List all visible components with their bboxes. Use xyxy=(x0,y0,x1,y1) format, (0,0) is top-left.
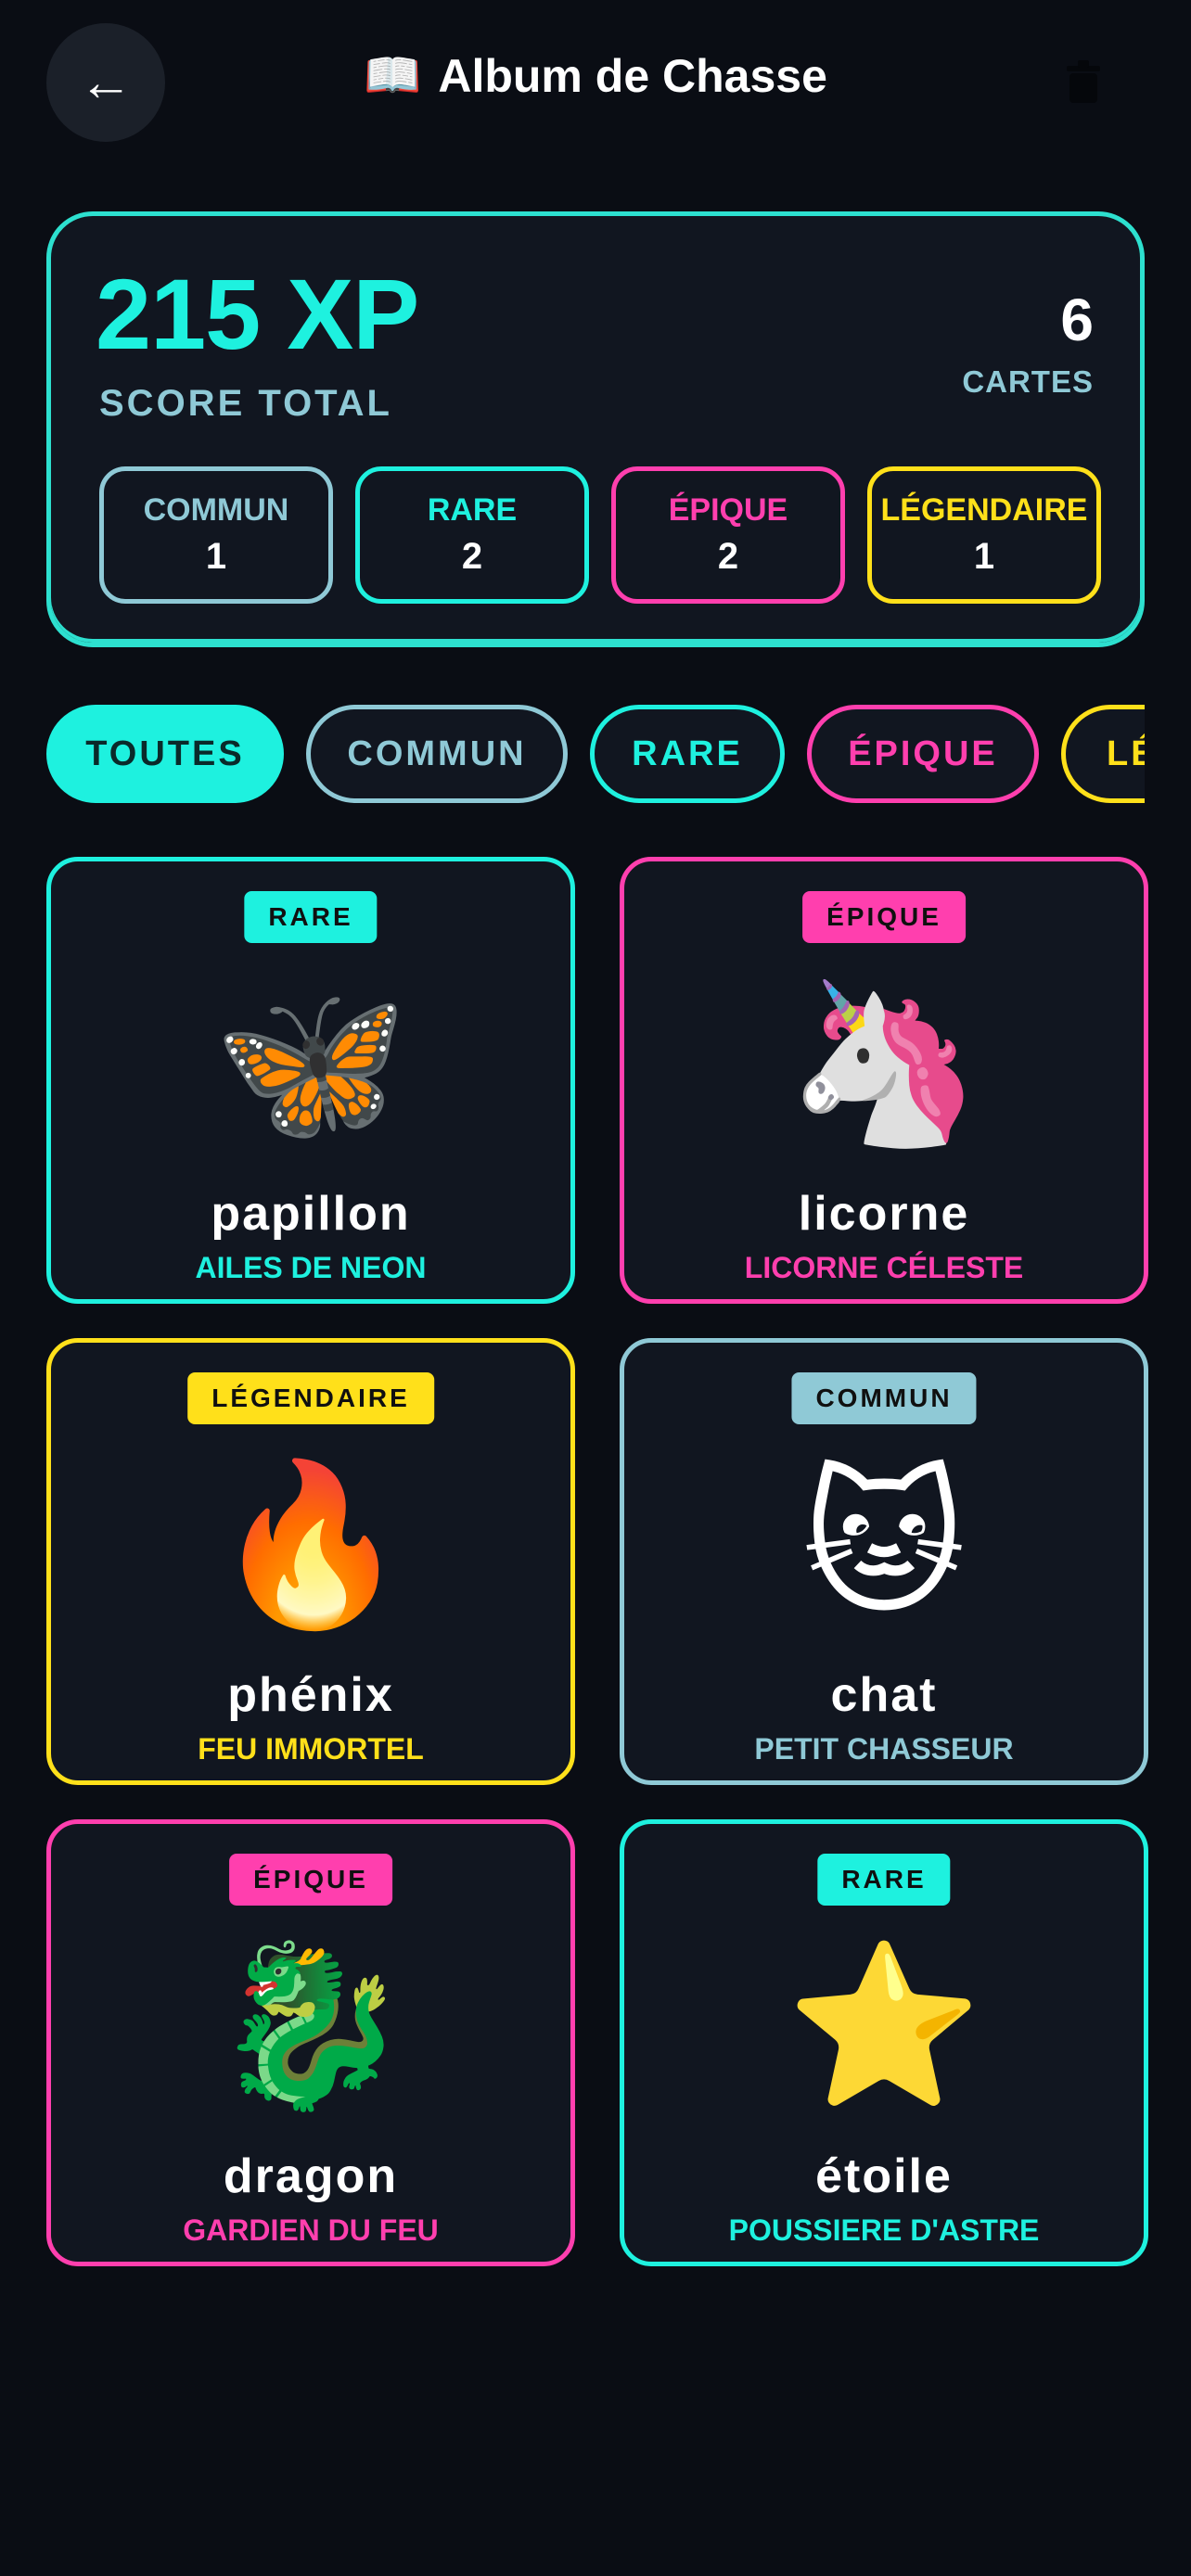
creature-name: étoile xyxy=(815,2149,953,2203)
page-title-text: Album de Chasse xyxy=(438,49,827,102)
rarity-badge: RARE xyxy=(244,891,378,943)
rarity-filter-bar: TOUTESCOMMUNRAREÉPIQUE LÉGENDAIRE xyxy=(0,705,1145,803)
rarity-stat-count: 2 xyxy=(717,536,739,577)
rarity-stat-1: RARE 2 xyxy=(355,466,589,604)
book-icon: 📖 xyxy=(364,49,422,101)
rarity-badge: LÉGENDAIRE xyxy=(187,1372,434,1424)
total-xp: 215 XP xyxy=(96,258,419,370)
creature-emoji-icon: 🔥 xyxy=(212,1457,409,1633)
filter-chip-4[interactable]: LÉGENDAIRE xyxy=(1061,705,1145,803)
creature-card-licorne[interactable]: ÉPIQUE 🦄 licorne LICORNE CÉLESTE xyxy=(620,857,1148,1304)
creature-subtitle: PETIT CHASSEUR xyxy=(754,1732,1014,1766)
creature-subtitle: GARDIEN DU FEU xyxy=(183,2213,439,2247)
rarity-badge: RARE xyxy=(817,1854,951,1906)
filter-chip-2[interactable]: RARE xyxy=(590,705,785,803)
creature-name: dragon xyxy=(223,2149,399,2203)
creature-name: chat xyxy=(830,1668,938,1722)
card-count-label: CARTES xyxy=(962,364,1094,399)
creature-card-papillon[interactable]: RARE 🦋 papillon AILES DE NEON xyxy=(46,857,575,1304)
score-label: SCORE TOTAL xyxy=(99,383,392,424)
filter-chip-1[interactable]: COMMUN xyxy=(306,705,568,803)
rarity-stat-2: ÉPIQUE 2 xyxy=(611,466,845,604)
creature-emoji-icon: 🦋 xyxy=(212,976,409,1152)
creature-card-étoile[interactable]: RARE ⭐ étoile POUSSIERE D'ASTRE xyxy=(620,1819,1148,2266)
rarity-stat-0: COMMUN 1 xyxy=(99,466,333,604)
rarity-stat-label: ÉPIQUE xyxy=(668,492,788,528)
filter-chip-0[interactable]: TOUTES xyxy=(46,705,284,803)
rarity-badge: COMMUN xyxy=(791,1372,977,1424)
creature-subtitle: LICORNE CÉLESTE xyxy=(744,1251,1024,1284)
rarity-stat-3: LÉGENDAIRE 1 xyxy=(867,466,1101,604)
rarity-badge: ÉPIQUE xyxy=(802,891,966,943)
rarity-stat-count: 1 xyxy=(973,536,995,577)
delete-button[interactable] xyxy=(1057,56,1109,108)
creature-name: licorne xyxy=(798,1187,970,1241)
rarity-stat-count: 1 xyxy=(205,536,227,577)
creature-subtitle: AILES DE NEON xyxy=(195,1251,427,1284)
creature-name: phénix xyxy=(227,1668,394,1722)
app-header: ← 📖 Album de Chasse xyxy=(0,0,1191,167)
score-summary-card: 215 XP SCORE TOTAL 6 CARTES COMMUN 1 RARE 2… xyxy=(46,211,1145,647)
trash-icon xyxy=(1067,60,1100,103)
creature-subtitle: FEU IMMORTEL xyxy=(198,1732,424,1766)
rarity-stat-label: RARE xyxy=(427,492,518,528)
page-title: 📖 Album de Chasse xyxy=(0,48,1191,103)
rarity-stat-label: LÉGENDAIRE xyxy=(880,492,1088,528)
creature-card-chat[interactable]: COMMUN 🐱 chat PETIT CHASSEUR xyxy=(620,1338,1148,1785)
creature-card-phénix[interactable]: LÉGENDAIRE 🔥 phénix FEU IMMORTEL xyxy=(46,1338,575,1785)
creature-subtitle: POUSSIERE D'ASTRE xyxy=(728,2213,1040,2247)
creature-card-dragon[interactable]: ÉPIQUE 🐉 dragon GARDIEN DU FEU xyxy=(46,1819,575,2266)
creature-emoji-icon: 🐉 xyxy=(212,1938,409,2114)
card-count: 6 xyxy=(1060,287,1094,353)
creature-emoji-icon: ⭐ xyxy=(786,1938,982,2114)
creature-emoji-icon: 🦄 xyxy=(786,976,982,1152)
rarity-stat-count: 2 xyxy=(461,536,483,577)
rarity-badge: ÉPIQUE xyxy=(229,1854,392,1906)
filter-chip-3[interactable]: ÉPIQUE xyxy=(807,705,1039,803)
creature-emoji-icon: 🐱 xyxy=(801,1457,967,1633)
creature-name: papillon xyxy=(211,1187,411,1241)
rarity-stat-label: COMMUN xyxy=(143,492,289,528)
